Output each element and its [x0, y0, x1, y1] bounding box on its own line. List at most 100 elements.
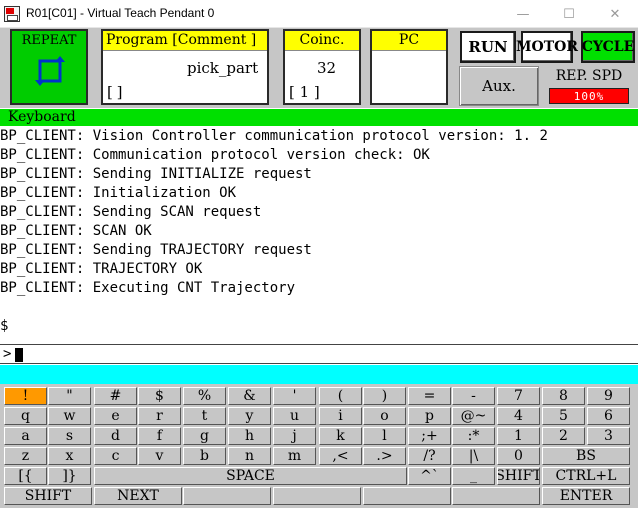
key[interactable]: x: [48, 447, 91, 465]
key[interactable]: 6: [587, 407, 630, 425]
key[interactable]: f: [138, 427, 181, 445]
backspace-key[interactable]: BS: [542, 447, 630, 465]
motor-button[interactable]: MOTOR: [516, 31, 578, 63]
run-button[interactable]: RUN: [460, 31, 516, 63]
key[interactable]: &: [228, 387, 271, 405]
key[interactable]: -: [452, 387, 495, 405]
key[interactable]: z: [4, 447, 47, 465]
cycle-button[interactable]: CYCLE: [581, 31, 635, 63]
rep-speed-box[interactable]: REP. SPD 100%: [541, 66, 637, 106]
key[interactable]: w: [48, 407, 91, 425]
console-output: BP_CLIENT: Vision Controller communicati…: [0, 127, 638, 344]
key[interactable]: b: [183, 447, 226, 465]
key[interactable]: r: [138, 407, 181, 425]
key[interactable]: !: [4, 387, 47, 405]
key[interactable]: o: [363, 407, 406, 425]
key[interactable]: (: [319, 387, 362, 405]
soft-keyboard: ! " # $% & '() = -7 8 9 q w e r t y u i o p @~ 4 5 6 a s d f g h j k l ;+…: [0, 384, 638, 508]
key[interactable]: ;+: [408, 427, 451, 445]
shift-key[interactable]: SHIFT: [497, 467, 540, 485]
key[interactable]: m: [273, 447, 316, 465]
key[interactable]: s: [48, 427, 91, 445]
maximize-button[interactable]: ☐: [546, 0, 592, 28]
key[interactable]: #: [94, 387, 137, 405]
key[interactable]: d: [94, 427, 137, 445]
key[interactable]: .>: [363, 447, 406, 465]
coinc-panel[interactable]: Coinc. 32 [ 1 ]: [283, 29, 361, 105]
key[interactable]: |\: [452, 447, 495, 465]
key[interactable]: i: [319, 407, 362, 425]
console-line: BP_CLIENT: Communication protocol versio…: [0, 147, 430, 163]
key[interactable]: n: [228, 447, 271, 465]
console-line: BP_CLIENT: Initialization OK: [0, 185, 237, 201]
console-line: BP_CLIENT: Sending TRAJECTORY request: [0, 242, 312, 258]
repeat-mode-button[interactable]: REPEAT: [10, 29, 88, 105]
blank-key[interactable]: [452, 487, 540, 505]
key[interactable]: _: [452, 467, 495, 485]
blank-key[interactable]: [363, 487, 451, 505]
close-button[interactable]: ✕: [592, 0, 638, 28]
space-key[interactable]: SPACE: [94, 467, 407, 485]
key[interactable]: :*: [452, 427, 495, 445]
program-panel[interactable]: Program [Comment ] pick_part [ ]: [101, 29, 269, 105]
key[interactable]: ,<: [319, 447, 362, 465]
key[interactable]: y: [228, 407, 271, 425]
next-key[interactable]: NEXT: [94, 487, 182, 505]
key[interactable]: h: [228, 427, 271, 445]
enter-key[interactable]: ENTER: [542, 487, 630, 505]
console-line: BP_CLIENT: Sending INITIALIZE request: [0, 166, 312, 182]
key[interactable]: ): [363, 387, 406, 405]
key[interactable]: e: [94, 407, 137, 425]
blank-key[interactable]: [273, 487, 361, 505]
key[interactable]: j: [273, 427, 316, 445]
key[interactable]: 4: [497, 407, 540, 425]
key[interactable]: g: [183, 427, 226, 445]
pc-panel[interactable]: PC: [370, 29, 448, 105]
key[interactable]: 2: [542, 427, 585, 445]
key[interactable]: l: [363, 427, 406, 445]
key[interactable]: 7: [497, 387, 540, 405]
console-line: $: [0, 318, 9, 334]
key[interactable]: c: [94, 447, 137, 465]
key[interactable]: =: [408, 387, 451, 405]
key[interactable]: ": [48, 387, 91, 405]
keyboard-header: Keyboard: [0, 109, 638, 126]
key[interactable]: t: [183, 407, 226, 425]
app-icon: [4, 6, 20, 22]
key[interactable]: 8: [542, 387, 585, 405]
repeat-icon: [35, 56, 65, 86]
key[interactable]: u: [273, 407, 316, 425]
key[interactable]: 5: [542, 407, 585, 425]
coinc-value: 32: [317, 59, 337, 77]
key[interactable]: %: [183, 387, 226, 405]
program-name: pick_part: [187, 59, 259, 77]
key[interactable]: ]}: [48, 467, 91, 485]
ctrl-l-key[interactable]: CTRL+L: [542, 467, 630, 485]
key[interactable]: v: [138, 447, 181, 465]
key[interactable]: 0: [497, 447, 540, 465]
console-line: BP_CLIENT: Vision Controller communicati…: [0, 128, 548, 144]
key[interactable]: /?: [408, 447, 451, 465]
shift-key[interactable]: SHIFT: [4, 487, 92, 505]
aux-button[interactable]: Aux.: [459, 66, 539, 106]
program-comment: [ ]: [107, 83, 122, 101]
key[interactable]: [{: [4, 467, 47, 485]
key[interactable]: @~: [452, 407, 495, 425]
key[interactable]: 3: [587, 427, 630, 445]
rep-speed-label: REP. SPD: [555, 68, 623, 84]
key[interactable]: p: [408, 407, 451, 425]
key[interactable]: 1: [497, 427, 540, 445]
key[interactable]: ^`: [408, 467, 451, 485]
minimize-button[interactable]: —: [500, 0, 546, 28]
blank-key[interactable]: [183, 487, 271, 505]
key[interactable]: $: [138, 387, 181, 405]
key[interactable]: q: [4, 407, 47, 425]
key[interactable]: 9: [587, 387, 630, 405]
key[interactable]: k: [319, 427, 362, 445]
message-bar: [0, 365, 638, 384]
pc-header: PC: [372, 31, 446, 51]
command-input[interactable]: >: [0, 344, 638, 364]
key[interactable]: a: [4, 427, 47, 445]
key[interactable]: ': [273, 387, 316, 405]
window-title: R01[C01] - Virtual Teach Pendant 0: [26, 6, 215, 20]
